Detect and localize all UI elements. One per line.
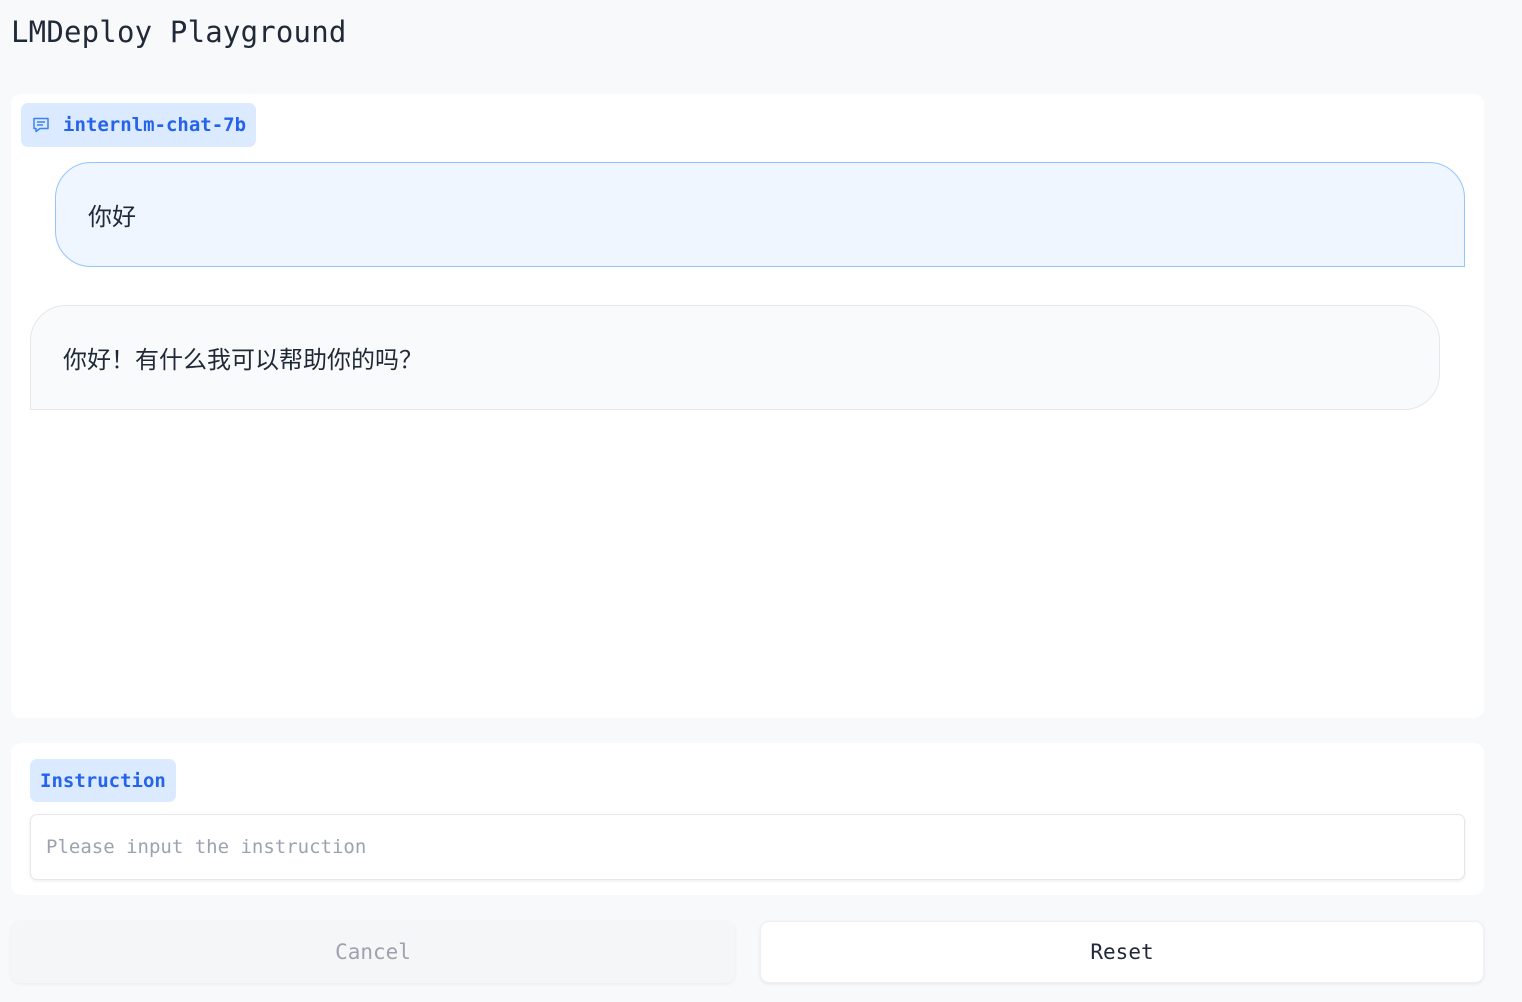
instruction-input[interactable] <box>30 814 1465 880</box>
cancel-button[interactable]: Cancel <box>11 921 735 983</box>
chatbot-label: internlm-chat-7b <box>21 103 257 147</box>
model-name: internlm-chat-7b <box>63 114 247 136</box>
message-text: 你好！有什么我可以帮助你的吗？ <box>63 346 423 374</box>
page-title: LMDeploy Playground <box>11 15 347 49</box>
reset-button[interactable]: Reset <box>760 921 1484 983</box>
chat-icon <box>31 115 51 135</box>
instruction-panel: Instruction <box>11 743 1484 895</box>
message-text: 你好 <box>88 203 136 231</box>
chatbot-panel: internlm-chat-7b 你好 你好！有什么我可以帮助你的吗？ <box>11 94 1484 718</box>
user-message: 你好 <box>55 162 1465 267</box>
assistant-message: 你好！有什么我可以帮助你的吗？ <box>30 305 1440 410</box>
instruction-label: Instruction <box>30 759 176 802</box>
